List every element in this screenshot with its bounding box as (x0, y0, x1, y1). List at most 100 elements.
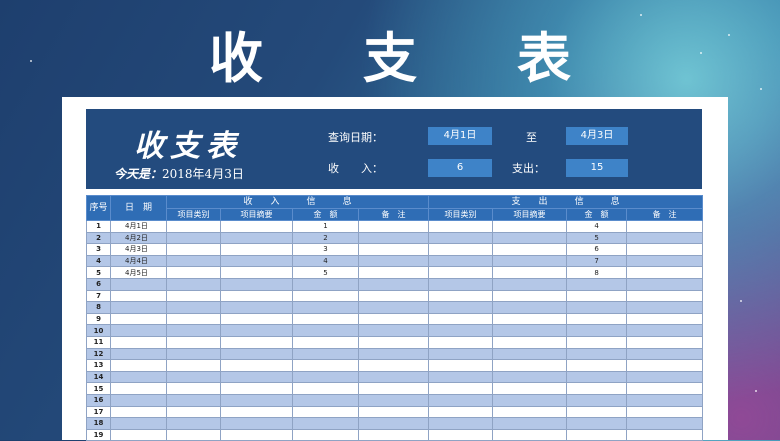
expense-summary-cell[interactable] (492, 266, 568, 279)
income-note-cell[interactable] (357, 301, 430, 314)
expense-summary-cell[interactable] (492, 312, 568, 326)
income-summary-cell[interactable] (220, 405, 293, 419)
income-category-cell[interactable] (166, 231, 221, 245)
expense-amount-cell[interactable] (566, 301, 628, 314)
income-summary-cell[interactable] (220, 428, 293, 441)
expense-category-cell[interactable] (428, 220, 494, 233)
expense-amount-cell[interactable] (566, 370, 628, 384)
income-amount-cell[interactable] (292, 347, 359, 361)
income-note-cell[interactable] (357, 382, 430, 395)
income-total-cell[interactable]: 6 (428, 159, 492, 177)
seq-cell[interactable]: 11 (86, 335, 111, 349)
income-amount-cell[interactable]: 5 (292, 266, 359, 279)
expense-summary-cell[interactable] (492, 335, 568, 349)
income-note-cell[interactable] (357, 243, 430, 256)
income-note-cell[interactable] (357, 254, 430, 268)
expense-category-cell[interactable] (428, 335, 494, 349)
seq-cell[interactable]: 5 (86, 266, 111, 279)
date-cell[interactable] (110, 405, 167, 419)
expense-amount-cell[interactable] (566, 382, 628, 395)
expense-amount-cell[interactable] (566, 393, 628, 407)
expense-amount-cell[interactable]: 6 (566, 243, 628, 256)
expense-category-cell[interactable] (428, 301, 494, 314)
income-note-cell[interactable] (357, 417, 430, 430)
income-note-cell[interactable] (357, 266, 430, 279)
seq-cell[interactable]: 6 (86, 277, 111, 291)
income-summary-cell[interactable] (220, 335, 293, 349)
expense-category-cell[interactable] (428, 312, 494, 326)
expense-note-cell[interactable] (626, 428, 704, 441)
expense-summary-cell[interactable] (492, 393, 568, 407)
expense-amount-cell[interactable] (566, 277, 628, 291)
expense-category-cell[interactable] (428, 289, 494, 303)
date-cell[interactable] (110, 301, 167, 314)
income-summary-cell[interactable] (220, 254, 293, 268)
expense-category-cell[interactable] (428, 393, 494, 407)
income-category-cell[interactable] (166, 266, 221, 279)
date-cell[interactable] (110, 382, 167, 395)
expense-category-cell[interactable] (428, 405, 494, 419)
expense-amount-cell[interactable] (566, 347, 628, 361)
expense-summary-cell[interactable] (492, 231, 568, 245)
expense-summary-cell[interactable] (492, 324, 568, 337)
income-category-cell[interactable] (166, 382, 221, 395)
income-note-cell[interactable] (357, 405, 430, 419)
expense-note-cell[interactable] (626, 324, 704, 337)
income-category-cell[interactable] (166, 347, 221, 361)
seq-cell[interactable]: 15 (86, 382, 111, 395)
expense-amount-cell[interactable]: 7 (566, 254, 628, 268)
date-cell[interactable] (110, 417, 167, 430)
expense-summary-cell[interactable] (492, 370, 568, 384)
date-cell[interactable]: 4月2日 (110, 231, 167, 245)
expense-note-cell[interactable] (626, 405, 704, 419)
expense-note-cell[interactable] (626, 231, 704, 245)
expense-summary-cell[interactable] (492, 243, 568, 256)
date-cell[interactable] (110, 335, 167, 349)
income-category-cell[interactable] (166, 312, 221, 326)
seq-cell[interactable]: 13 (86, 359, 111, 372)
expense-summary-cell[interactable] (492, 359, 568, 372)
income-summary-cell[interactable] (220, 382, 293, 395)
income-amount-cell[interactable] (292, 335, 359, 349)
income-amount-cell[interactable]: 3 (292, 243, 359, 256)
expense-summary-cell[interactable] (492, 428, 568, 441)
income-summary-cell[interactable] (220, 417, 293, 430)
income-amount-cell[interactable] (292, 370, 359, 384)
income-summary-cell[interactable] (220, 324, 293, 337)
expense-note-cell[interactable] (626, 301, 704, 314)
income-amount-cell[interactable] (292, 324, 359, 337)
income-category-cell[interactable] (166, 243, 221, 256)
date-cell[interactable] (110, 359, 167, 372)
income-amount-cell[interactable] (292, 417, 359, 430)
income-amount-cell[interactable]: 4 (292, 254, 359, 268)
income-category-cell[interactable] (166, 417, 221, 430)
expense-amount-cell[interactable] (566, 324, 628, 337)
expense-summary-cell[interactable] (492, 417, 568, 430)
expense-summary-cell[interactable] (492, 220, 568, 233)
seq-cell[interactable]: 9 (86, 312, 111, 326)
expense-amount-cell[interactable]: 4 (566, 220, 628, 233)
expense-category-cell[interactable] (428, 417, 494, 430)
expense-note-cell[interactable] (626, 312, 704, 326)
income-category-cell[interactable] (166, 335, 221, 349)
income-note-cell[interactable] (357, 220, 430, 233)
expense-category-cell[interactable] (428, 231, 494, 245)
income-category-cell[interactable] (166, 428, 221, 441)
date-cell[interactable] (110, 428, 167, 441)
expense-amount-cell[interactable] (566, 289, 628, 303)
seq-cell[interactable]: 10 (86, 324, 111, 337)
date-cell[interactable] (110, 289, 167, 303)
date-cell[interactable] (110, 324, 167, 337)
expense-amount-cell[interactable]: 8 (566, 266, 628, 279)
expense-summary-cell[interactable] (492, 277, 568, 291)
date-cell[interactable] (110, 347, 167, 361)
query-to-cell[interactable]: 4月3日 (566, 127, 628, 145)
income-category-cell[interactable] (166, 370, 221, 384)
expense-category-cell[interactable] (428, 347, 494, 361)
income-note-cell[interactable] (357, 312, 430, 326)
date-cell[interactable] (110, 277, 167, 291)
income-amount-cell[interactable] (292, 359, 359, 372)
expense-note-cell[interactable] (626, 266, 704, 279)
income-note-cell[interactable] (357, 277, 430, 291)
expense-summary-cell[interactable] (492, 382, 568, 395)
